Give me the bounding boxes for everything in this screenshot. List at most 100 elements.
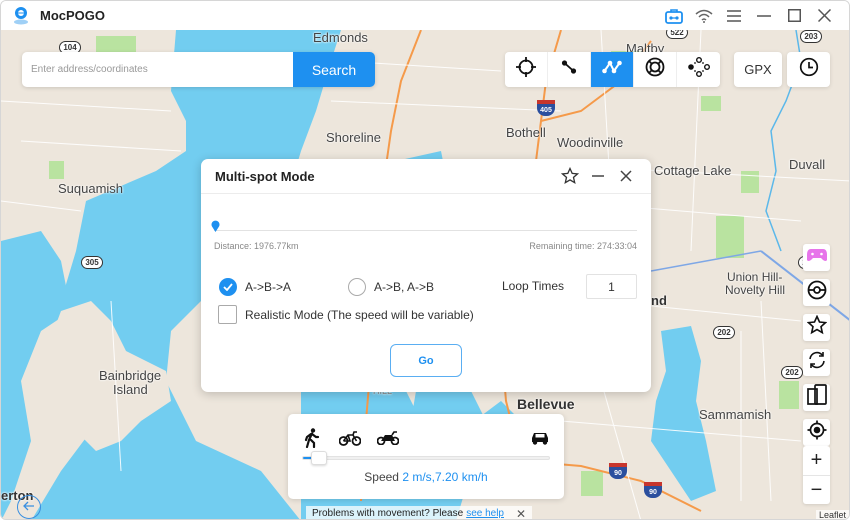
interstate-shield: 90 xyxy=(644,482,662,498)
teleport-mode-button[interactable] xyxy=(505,52,548,87)
favorite-star-icon[interactable] xyxy=(559,165,581,187)
speed-readout: Speed 2 m/s,7.20 km/h xyxy=(288,470,564,484)
gamepad-button[interactable] xyxy=(803,244,830,271)
menu-icon[interactable] xyxy=(719,1,749,30)
route-progress-bar xyxy=(211,219,637,232)
zoom-controls: + − xyxy=(803,446,830,504)
map-label-sammamish: Sammamish xyxy=(699,407,772,422)
close-icon[interactable] xyxy=(809,1,839,30)
two-spot-mode-button[interactable] xyxy=(548,52,591,87)
route-shield: 202 xyxy=(781,366,803,379)
distance-text: Distance: 1976.77km xyxy=(214,241,299,251)
bicycle-icon[interactable] xyxy=(338,430,362,451)
loop-times-input[interactable] xyxy=(586,274,637,299)
history-button[interactable] xyxy=(787,52,830,87)
app-window: MocPOGO Edmonds Maltby Shoreline Bothell… xyxy=(0,0,850,520)
speed-slider-thumb[interactable] xyxy=(310,451,327,465)
map-label-novelty-hill: Novelty Hill xyxy=(725,283,786,297)
close-dialog-icon[interactable] xyxy=(615,165,637,187)
speed-label: Speed xyxy=(364,470,399,484)
locate-me-button[interactable] xyxy=(803,419,830,446)
speed-slider[interactable] xyxy=(302,451,550,465)
refresh-button[interactable] xyxy=(803,349,830,376)
maximize-icon[interactable] xyxy=(779,1,809,30)
gamepad-icon xyxy=(806,247,828,268)
radio-unchecked-icon xyxy=(348,278,366,296)
mode-toolbar xyxy=(505,52,720,87)
progress-track xyxy=(214,230,637,231)
multi-spot-dialog: Multi-spot Mode Distance: 1976.77km Rema… xyxy=(201,159,651,392)
map-label-island: Island xyxy=(113,382,148,397)
realistic-mode-checkbox[interactable]: Realistic Mode (The speed will be variab… xyxy=(218,305,474,324)
map-label-woodinville: Woodinville xyxy=(557,135,624,150)
map-label-suquamish: Suquamish xyxy=(58,181,124,196)
round-trip-radio[interactable]: A->B->A xyxy=(219,278,291,296)
wifi-icon[interactable] xyxy=(689,1,719,30)
loop-times-label: Loop Times xyxy=(502,279,565,293)
joystick-mode-button[interactable] xyxy=(634,52,677,87)
motorcycle-icon[interactable] xyxy=(376,431,400,450)
two-spot-icon xyxy=(561,59,577,80)
devices-icon xyxy=(806,384,827,411)
map-label-union-hill: Union Hill- xyxy=(727,270,783,284)
pokeball-icon xyxy=(807,280,827,305)
route-shield: 305 xyxy=(81,256,103,269)
favorites-button[interactable] xyxy=(803,314,830,341)
search-button[interactable]: Search xyxy=(293,52,375,87)
crosshair-icon xyxy=(516,57,536,82)
route-shield: 522 xyxy=(666,30,688,39)
clock-icon xyxy=(799,57,819,82)
leaflet-attribution[interactable]: Leaflet xyxy=(815,510,849,519)
refresh-icon xyxy=(807,350,827,375)
help-text: Problems with movement? Please xyxy=(312,508,464,519)
location-pin-icon xyxy=(211,219,220,237)
map-label-cottage-lake: Cottage Lake xyxy=(654,163,732,178)
map-label-edmonds: Edmonds xyxy=(313,30,368,45)
devices-button[interactable] xyxy=(803,384,830,411)
address-search-input[interactable] xyxy=(22,52,293,87)
interstate-shield: 405 xyxy=(537,100,555,116)
zoom-out-button[interactable]: − xyxy=(803,475,830,504)
car-icon[interactable] xyxy=(530,431,550,450)
map-label-bothell: Bothell xyxy=(506,125,546,140)
route-shield: 202 xyxy=(713,326,735,339)
pokeball-button[interactable] xyxy=(803,279,830,306)
checkbox-box xyxy=(218,305,237,324)
lifebuoy-icon xyxy=(645,57,665,82)
arrow-left-icon xyxy=(23,498,35,516)
close-help-icon[interactable]: ✕ xyxy=(516,507,526,520)
locate-icon xyxy=(807,420,827,445)
star-icon xyxy=(806,314,827,340)
speed-value: 2 m/s,7.20 km/h xyxy=(402,470,488,484)
gpx-import-button[interactable]: GPX xyxy=(734,52,782,87)
multi-spot-icon xyxy=(602,60,622,79)
go-button[interactable]: Go xyxy=(390,344,462,377)
radio-checked-icon xyxy=(219,278,237,296)
one-way-label: A->B, A->B xyxy=(374,280,435,294)
toolbox-icon[interactable] xyxy=(659,1,689,30)
walk-icon[interactable] xyxy=(304,428,320,453)
minimize-icon[interactable] xyxy=(749,1,779,30)
round-trip-label: A->B->A xyxy=(245,280,292,294)
title-bar: MocPOGO xyxy=(1,1,849,30)
mocpogo-logo-icon xyxy=(12,6,30,26)
dialog-title: Multi-spot Mode xyxy=(215,168,315,184)
app-title: MocPOGO xyxy=(40,8,106,23)
one-way-radio[interactable]: A->B, A->B xyxy=(348,278,434,296)
see-help-link[interactable]: see help xyxy=(466,508,504,519)
map-label-duvall: Duvall xyxy=(789,157,826,172)
speed-panel: Speed 2 m/s,7.20 km/h xyxy=(288,414,564,499)
multi-spot-mode-button[interactable] xyxy=(591,52,634,87)
interstate-shield: 90 xyxy=(609,463,627,479)
scatter-dots-icon xyxy=(687,57,710,82)
minimize-dialog-icon[interactable] xyxy=(587,165,609,187)
multi-device-mode-button[interactable] xyxy=(677,52,720,87)
back-button[interactable] xyxy=(17,495,41,519)
zoom-in-button[interactable]: + xyxy=(803,446,830,475)
map-label-bainbridge: Bainbridge xyxy=(99,368,162,383)
map-label-redmond: nd xyxy=(651,293,667,308)
help-banner: Problems with movement? Please see help … xyxy=(306,506,533,520)
remaining-time-text: Remaining time: 274:33:04 xyxy=(529,241,637,251)
map-label-bellevue: Bellevue xyxy=(517,396,575,412)
search-bar: Search xyxy=(22,52,375,87)
